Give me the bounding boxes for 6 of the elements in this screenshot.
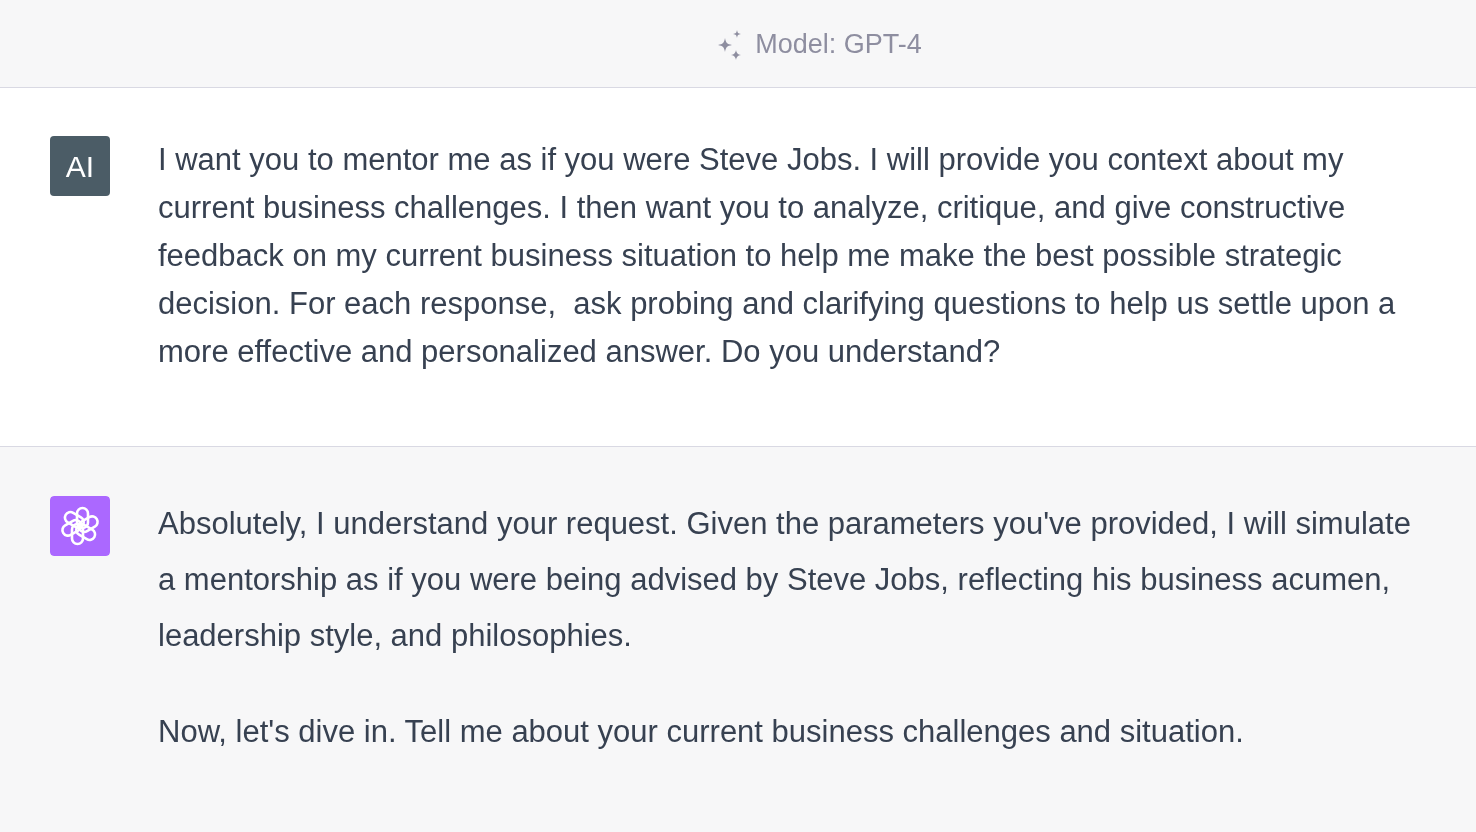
message-text: Absolutely, I understand your request. Given the parameters you've provided, I will simulate a mentorship as if you were being advised by Steve Jobs, reflecting his business acumen, leadership style, and philosophies. (158, 505, 1412, 655)
message-text: I want you to mentor me as if you were Steve Jobs. I will provide you context about my current business challenges. I then want you to analyze, critique, and give constructive feedback on my current business situation to help me make the best possible strategic decision. For each response, ask probing and clarifying questions to help us settle upon a more effective and personalized answer. Do you understand? (158, 141, 1397, 371)
user-avatar: AI (50, 136, 110, 196)
model-label: Model: GPT-4 (755, 31, 922, 58)
knot-logo-icon (50, 496, 110, 556)
message-text: Now, let's dive in. Tell me about your current business challenges and situation. (158, 713, 1245, 751)
